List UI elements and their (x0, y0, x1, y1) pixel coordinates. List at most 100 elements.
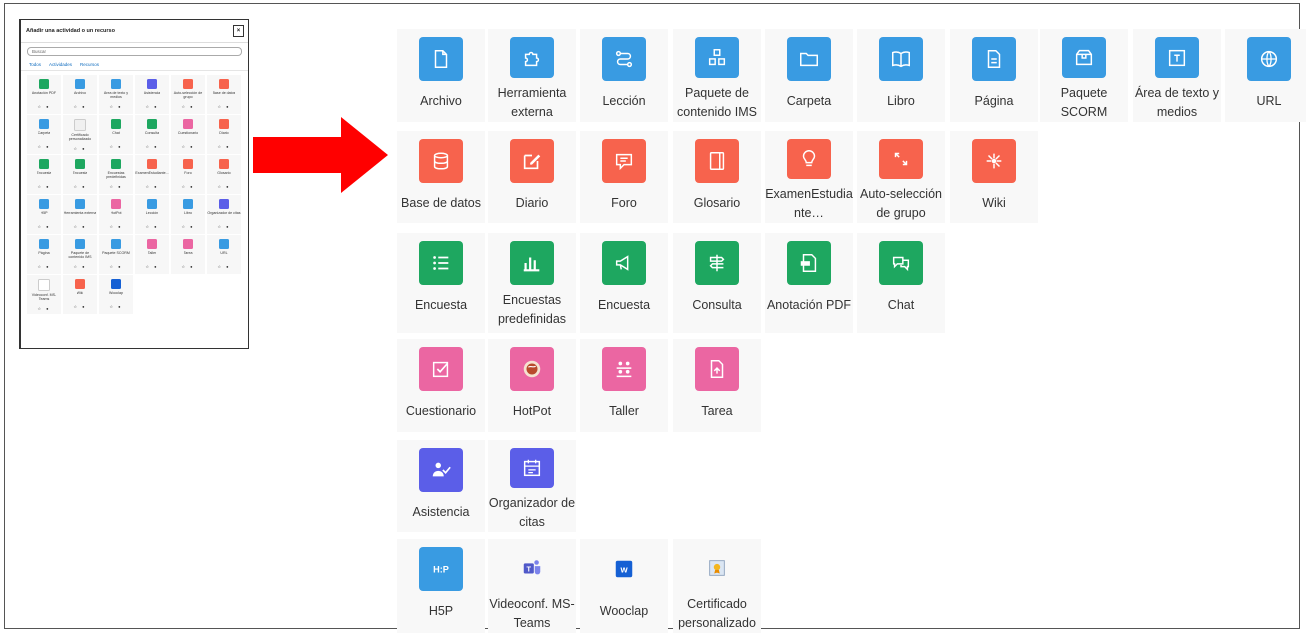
activity-tile-auto-selección-de-grupo[interactable]: Auto-selección de grupo (857, 131, 945, 223)
mini-star-info-icons[interactable]: ☆ ● (217, 144, 230, 149)
mini-star-info-icons[interactable]: ☆ ● (109, 264, 122, 269)
mini-activity-tile[interactable]: Consulta ☆ ● (135, 115, 169, 154)
mini-star-info-icons[interactable]: ☆ ● (37, 144, 50, 149)
mini-star-info-icons[interactable]: ☆ ● (73, 264, 86, 269)
activity-tile-tarea[interactable]: Tarea (673, 339, 761, 432)
mini-activity-tile[interactable]: Base de datos ☆ ● (207, 75, 241, 114)
mini-star-info-icons[interactable]: ☆ ● (217, 104, 230, 109)
mini-star-info-icons[interactable]: ☆ ● (37, 184, 50, 189)
mini-activity-tile[interactable]: Diario ☆ ● (207, 115, 241, 154)
mini-star-info-icons[interactable]: ☆ ● (109, 104, 122, 109)
mini-star-info-icons[interactable]: ☆ ● (37, 264, 50, 269)
mini-star-info-icons[interactable]: ☆ ● (73, 224, 86, 229)
mini-star-info-icons[interactable]: ☆ ● (109, 224, 122, 229)
activity-tile-chat[interactable]: Chat (857, 233, 945, 333)
mini-activity-tile[interactable]: Herramienta externa ☆ ● (63, 195, 97, 234)
mini-star-info-icons[interactable]: ☆ ● (73, 146, 86, 151)
activity-tile-archivo[interactable]: Archivo (397, 29, 485, 122)
activity-tile-libro[interactable]: Libro (857, 29, 945, 122)
mini-activity-tile[interactable]: Encuesta ☆ ● (27, 155, 61, 194)
mini-star-info-icons[interactable]: ☆ ● (181, 224, 194, 229)
mini-activity-tile[interactable]: Encuestas predefinidas ☆ ● (99, 155, 133, 194)
activity-tile-h5p[interactable]: H:P H5P (397, 539, 485, 633)
mini-activity-tile[interactable]: Paquete de contenido IMS ☆ ● (63, 235, 97, 274)
mini-activity-tile[interactable]: H5P ☆ ● (27, 195, 61, 234)
mini-activity-tile[interactable]: Área de texto y medios ☆ ● (99, 75, 133, 114)
mini-activity-tile[interactable]: ExamenEstudiante... ☆ ● (135, 155, 169, 194)
mini-activity-tile[interactable]: Auto-selección de grupo ☆ ● (171, 75, 205, 114)
close-icon[interactable]: × (233, 25, 244, 37)
activity-tile-paquete-scorm[interactable]: Paquete SCORM (1040, 29, 1128, 122)
mini-activity-tile[interactable]: Videoconf. MS-Teams ☆ ● (27, 275, 61, 314)
mini-star-info-icons[interactable]: ☆ ● (145, 264, 158, 269)
mini-star-info-icons[interactable]: ☆ ● (217, 264, 230, 269)
activity-tile-wiki[interactable]: Wiki (950, 131, 1038, 223)
mini-star-info-icons[interactable]: ☆ ● (145, 184, 158, 189)
mini-star-info-icons[interactable]: ☆ ● (217, 184, 230, 189)
mini-activity-tile[interactable]: Archivo ☆ ● (63, 75, 97, 114)
activity-tile-base-de-datos[interactable]: Base de datos (397, 131, 485, 223)
mini-activity-tile[interactable]: Carpeta ☆ ● (27, 115, 61, 154)
activity-tile-lección[interactable]: Lección (580, 29, 668, 122)
mini-star-info-icons[interactable]: ☆ ● (181, 184, 194, 189)
activity-tile-foro[interactable]: Foro (580, 131, 668, 223)
mini-activity-tile[interactable]: URL ☆ ● (207, 235, 241, 274)
mini-activity-tile[interactable]: Certificado personalizado ☆ ● (63, 115, 97, 154)
activity-tile-asistencia[interactable]: Asistencia (397, 440, 485, 532)
mini-star-info-icons[interactable]: ☆ ● (73, 304, 86, 309)
mini-activity-tile[interactable]: Glosario ☆ ● (207, 155, 241, 194)
mini-activity-tile[interactable]: Paquete SCORM ☆ ● (99, 235, 133, 274)
activity-tile-área-de-texto-y-medios[interactable]: Área de texto y medios (1133, 29, 1221, 122)
mini-activity-tile[interactable]: Tarea ☆ ● (171, 235, 205, 274)
mini-star-info-icons[interactable]: ☆ ● (109, 304, 122, 309)
mini-activity-tile[interactable]: Página ☆ ● (27, 235, 61, 274)
activity-tile-wooclap[interactable]: w Wooclap (580, 539, 668, 633)
mini-star-info-icons[interactable]: ☆ ● (109, 184, 122, 189)
mini-star-info-icons[interactable]: ☆ ● (109, 144, 122, 149)
activity-tile-taller[interactable]: Taller (580, 339, 668, 432)
mini-star-info-icons[interactable]: ☆ ● (181, 104, 194, 109)
mini-activity-tile[interactable]: Encuesta ☆ ● (63, 155, 97, 194)
tab-todos[interactable]: Todos (29, 62, 41, 67)
activity-tile-hotpot[interactable]: HotPot (488, 339, 576, 432)
mini-search-input[interactable]: Buscar (27, 47, 242, 56)
activity-tile-organizador-de-citas[interactable]: Organizador de citas (488, 440, 576, 532)
mini-star-info-icons[interactable]: ☆ ● (217, 224, 230, 229)
mini-activity-tile[interactable]: HotPot ☆ ● (99, 195, 133, 234)
mini-activity-tile[interactable]: Asistencia ☆ ● (135, 75, 169, 114)
activity-tile-encuesta[interactable]: Encuesta (580, 233, 668, 333)
mini-star-info-icons[interactable]: ☆ ● (73, 104, 86, 109)
mini-star-info-icons[interactable]: ☆ ● (73, 184, 86, 189)
mini-star-info-icons[interactable]: ☆ ● (37, 224, 50, 229)
activity-tile-examenestudiante-[interactable]: ExamenEstudia nte… (765, 131, 853, 223)
mini-activity-tile[interactable]: Wooclap ☆ ● (99, 275, 133, 314)
mini-star-info-icons[interactable]: ☆ ● (181, 264, 194, 269)
activity-tile-anotación-pdf[interactable]: Anotación PDF (765, 233, 853, 333)
mini-activity-tile[interactable]: Taller ☆ ● (135, 235, 169, 274)
mini-activity-tile[interactable]: Lección ☆ ● (135, 195, 169, 234)
mini-star-info-icons[interactable]: ☆ ● (145, 144, 158, 149)
activity-tile-cuestionario[interactable]: Cuestionario (397, 339, 485, 432)
mini-activity-tile[interactable]: Wiki ☆ ● (63, 275, 97, 314)
activity-tile-glosario[interactable]: Glosario (673, 131, 761, 223)
mini-star-info-icons[interactable]: ☆ ● (37, 306, 50, 311)
activity-tile-consulta[interactable]: Consulta (673, 233, 761, 333)
mini-activity-tile[interactable]: Anotación PDF ☆ ● (27, 75, 61, 114)
mini-activity-tile[interactable]: Foro ☆ ● (171, 155, 205, 194)
mini-activity-tile[interactable]: Chat ☆ ● (99, 115, 133, 154)
tab-actividades[interactable]: Actividades (49, 62, 72, 67)
mini-activity-tile[interactable]: Libro ☆ ● (171, 195, 205, 234)
mini-star-info-icons[interactable]: ☆ ● (145, 224, 158, 229)
mini-activity-tile[interactable]: Organizador de citas ☆ ● (207, 195, 241, 234)
tab-recursos[interactable]: Recursos (80, 62, 99, 67)
activity-tile-videoconf-ms-teams[interactable]: T Videoconf. MS- Teams (488, 539, 576, 633)
activity-tile-diario[interactable]: Diario (488, 131, 576, 223)
activity-tile-encuestas-predefinidas[interactable]: Encuestas predefinidas (488, 233, 576, 333)
mini-star-info-icons[interactable]: ☆ ● (145, 104, 158, 109)
mini-star-info-icons[interactable]: ☆ ● (181, 144, 194, 149)
activity-tile-paquete-de-contenido-ims[interactable]: Paquete de contenido IMS (673, 29, 761, 122)
activity-tile-página[interactable]: Página (950, 29, 1038, 122)
activity-tile-encuesta[interactable]: Encuesta (397, 233, 485, 333)
mini-star-info-icons[interactable]: ☆ ● (37, 104, 50, 109)
activity-tile-carpeta[interactable]: Carpeta (765, 29, 853, 122)
